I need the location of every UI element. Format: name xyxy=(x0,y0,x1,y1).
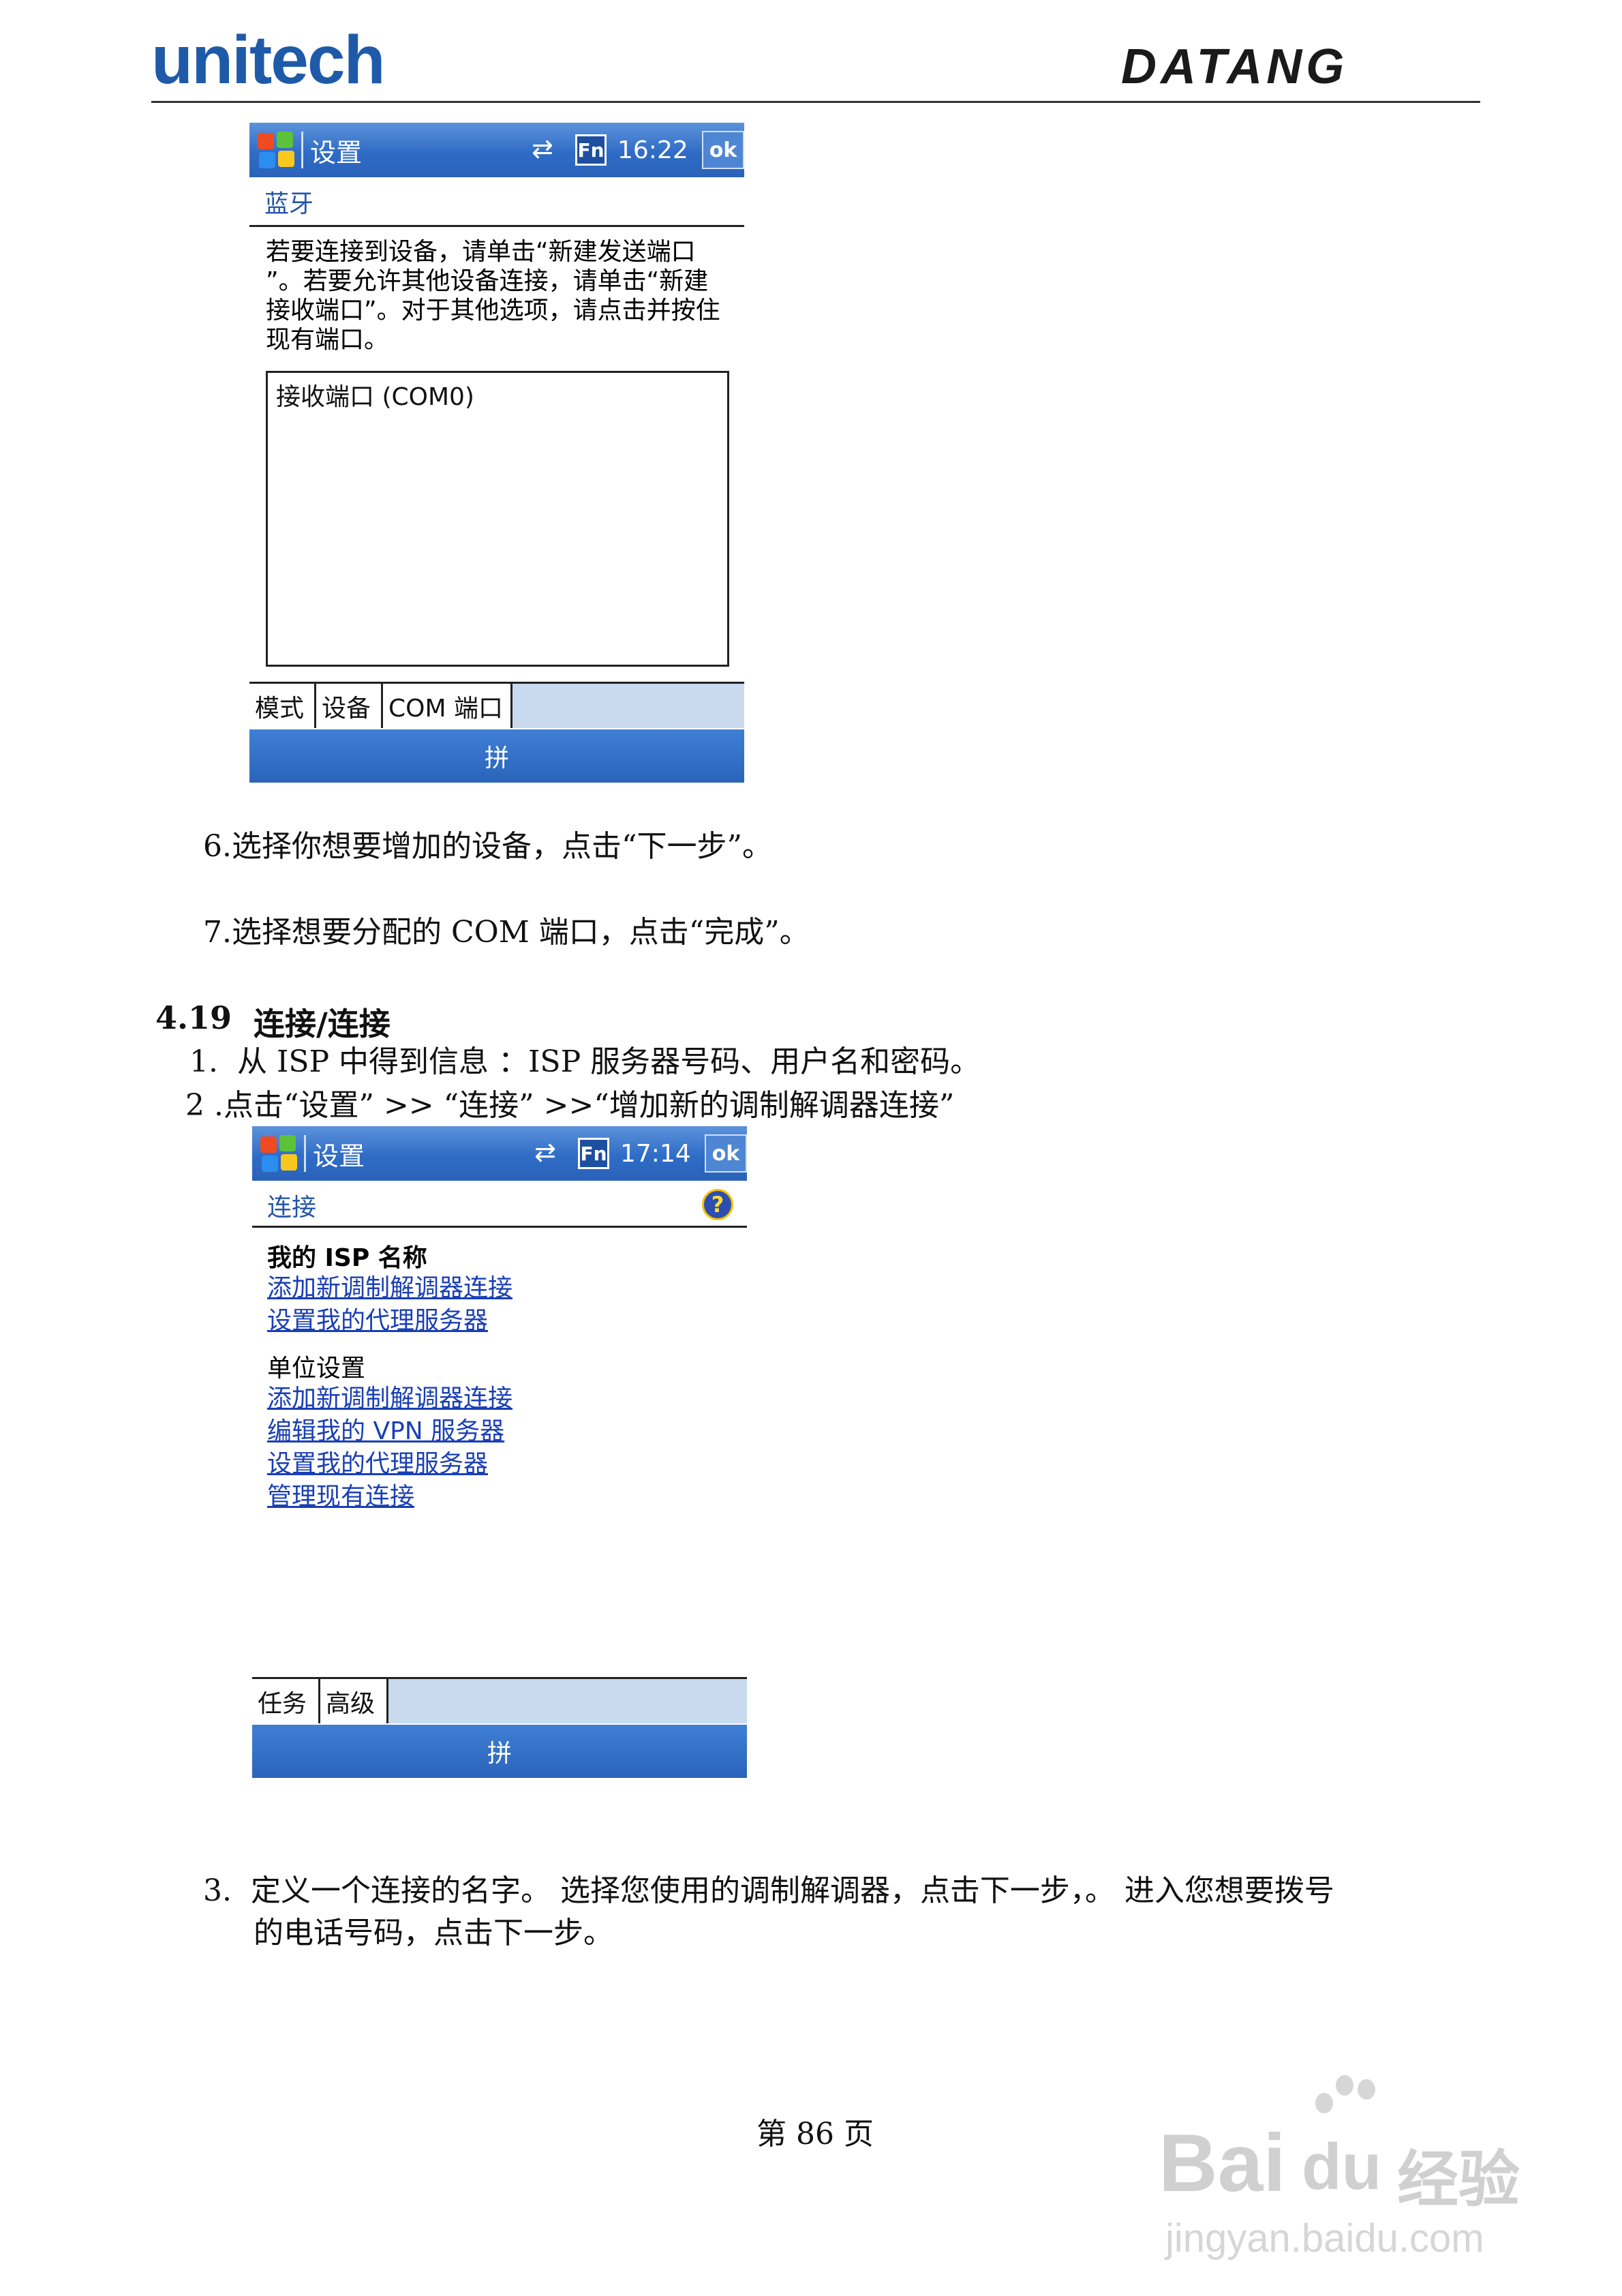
baidu-watermark: Bai du 经验 jingyan.baidu.com xyxy=(1159,2072,1540,2277)
instruction-text: 若要连接到设备，请单击“新建发送端口 ”。若要允许其他设备连接，请单击“新建 接… xyxy=(266,238,720,354)
unitech-logo: unitech xyxy=(151,22,386,98)
step-7: 7.选择想要分配的 COM 端口，点击“完成”。 xyxy=(203,915,810,950)
list-item-3-line-2: 的电话号码，点击下一步。 xyxy=(254,1916,613,1950)
section-divider xyxy=(249,225,744,227)
window-title: 设置 xyxy=(310,137,363,168)
section-number: 4.19 xyxy=(155,999,232,1036)
ok-button[interactable]: ok xyxy=(705,1134,747,1173)
title-bar: 设置 ⇄ Fn 16:22 ok xyxy=(249,123,744,177)
help-question-icon[interactable]: ? xyxy=(702,1189,733,1220)
title-separator xyxy=(304,1135,306,1172)
section-divider xyxy=(252,1226,747,1228)
tab-devices[interactable]: 设备 xyxy=(316,684,383,728)
sync-arrows-icon[interactable]: ⇄ xyxy=(532,134,553,164)
tab-com-ports[interactable]: COM 端口 xyxy=(383,684,512,728)
link-edit-vpn[interactable]: 编辑我的 VPN 服务器 xyxy=(267,1411,504,1447)
sync-arrows-icon[interactable]: ⇄ xyxy=(534,1137,556,1167)
input-menu-bar[interactable]: 拼 xyxy=(249,729,744,783)
connections-screenshot: 设置 ⇄ Fn 17:14 ok 连接 ? 我的 ISP 名称 添加新调制解调器… xyxy=(252,1126,747,1778)
page-number: 第 86 页 xyxy=(756,2117,874,2151)
link-manage-connections[interactable]: 管理现有连接 xyxy=(267,1477,414,1512)
title-separator xyxy=(301,132,303,168)
bluetooth-screenshot: 设置 ⇄ Fn 16:22 ok 蓝牙 若要连接到设备，请单击“新建发送端口 ”… xyxy=(249,123,744,783)
step-6: 6.选择你想要增加的设备，点击“下一步”。 xyxy=(203,829,772,864)
list-item[interactable]: 接收端口 (COM0) xyxy=(276,377,474,412)
header-divider xyxy=(151,101,1480,103)
windows-start-icon[interactable] xyxy=(256,130,296,170)
watermark-url: jingyan.baidu.com xyxy=(1165,2216,1484,2261)
watermark-brand: Bai xyxy=(1159,2117,1286,2209)
watermark-jingyan: 经验 xyxy=(1397,2144,1520,2216)
tab-strip: 任务 高级 xyxy=(252,1677,747,1723)
tab-strip: 模式 设备 COM 端口 xyxy=(249,682,744,728)
windows-start-icon[interactable] xyxy=(259,1134,299,1173)
link-add-modem-isp[interactable]: 添加新调制解调器连接 xyxy=(267,1268,512,1303)
paw-icon xyxy=(1315,2072,1383,2127)
title-bar: 设置 ⇄ Fn 17:14 ok xyxy=(252,1126,747,1181)
watermark-du: du xyxy=(1302,2130,1382,2203)
datang-logo: DATANG xyxy=(1121,40,1349,94)
input-menu-bar[interactable]: 拼 xyxy=(252,1725,747,1778)
list-item-3-line-1: 3. 定义一个连接的名字。 选择您使用的调制解调器，点击下一步，。 进入您想要拨… xyxy=(203,1873,1334,1908)
section-title: 连接 xyxy=(267,1194,317,1222)
clock: 16:22 xyxy=(617,136,688,164)
list-item-1: 1. 从 ISP 中得到信息 ：ISP 服务器号码、用户名和密码。 xyxy=(189,1044,981,1079)
clock: 17:14 xyxy=(620,1140,691,1168)
ok-button[interactable]: ok xyxy=(702,131,744,169)
tab-advanced[interactable]: 高级 xyxy=(320,1679,388,1723)
list-item-2: 2 .点击“设置” >> “连接” >>“增加新的调制解调器连接” xyxy=(185,1088,955,1123)
link-proxy-isp[interactable]: 设置我的代理服务器 xyxy=(267,1301,488,1336)
tab-mode[interactable]: 模式 xyxy=(249,684,316,728)
section-heading: 连接/连接 xyxy=(254,1006,391,1042)
fn-key-icon[interactable]: Fn xyxy=(578,1138,609,1169)
link-add-modem-work[interactable]: 添加新调制解调器连接 xyxy=(267,1378,512,1414)
port-list[interactable]: 接收端口 (COM0) xyxy=(266,371,729,667)
window-title: 设置 xyxy=(313,1141,365,1171)
tab-tasks[interactable]: 任务 xyxy=(252,1679,320,1723)
link-proxy-work[interactable]: 设置我的代理服务器 xyxy=(267,1444,488,1479)
section-title: 蓝牙 xyxy=(264,190,314,218)
fn-key-icon[interactable]: Fn xyxy=(575,134,607,166)
